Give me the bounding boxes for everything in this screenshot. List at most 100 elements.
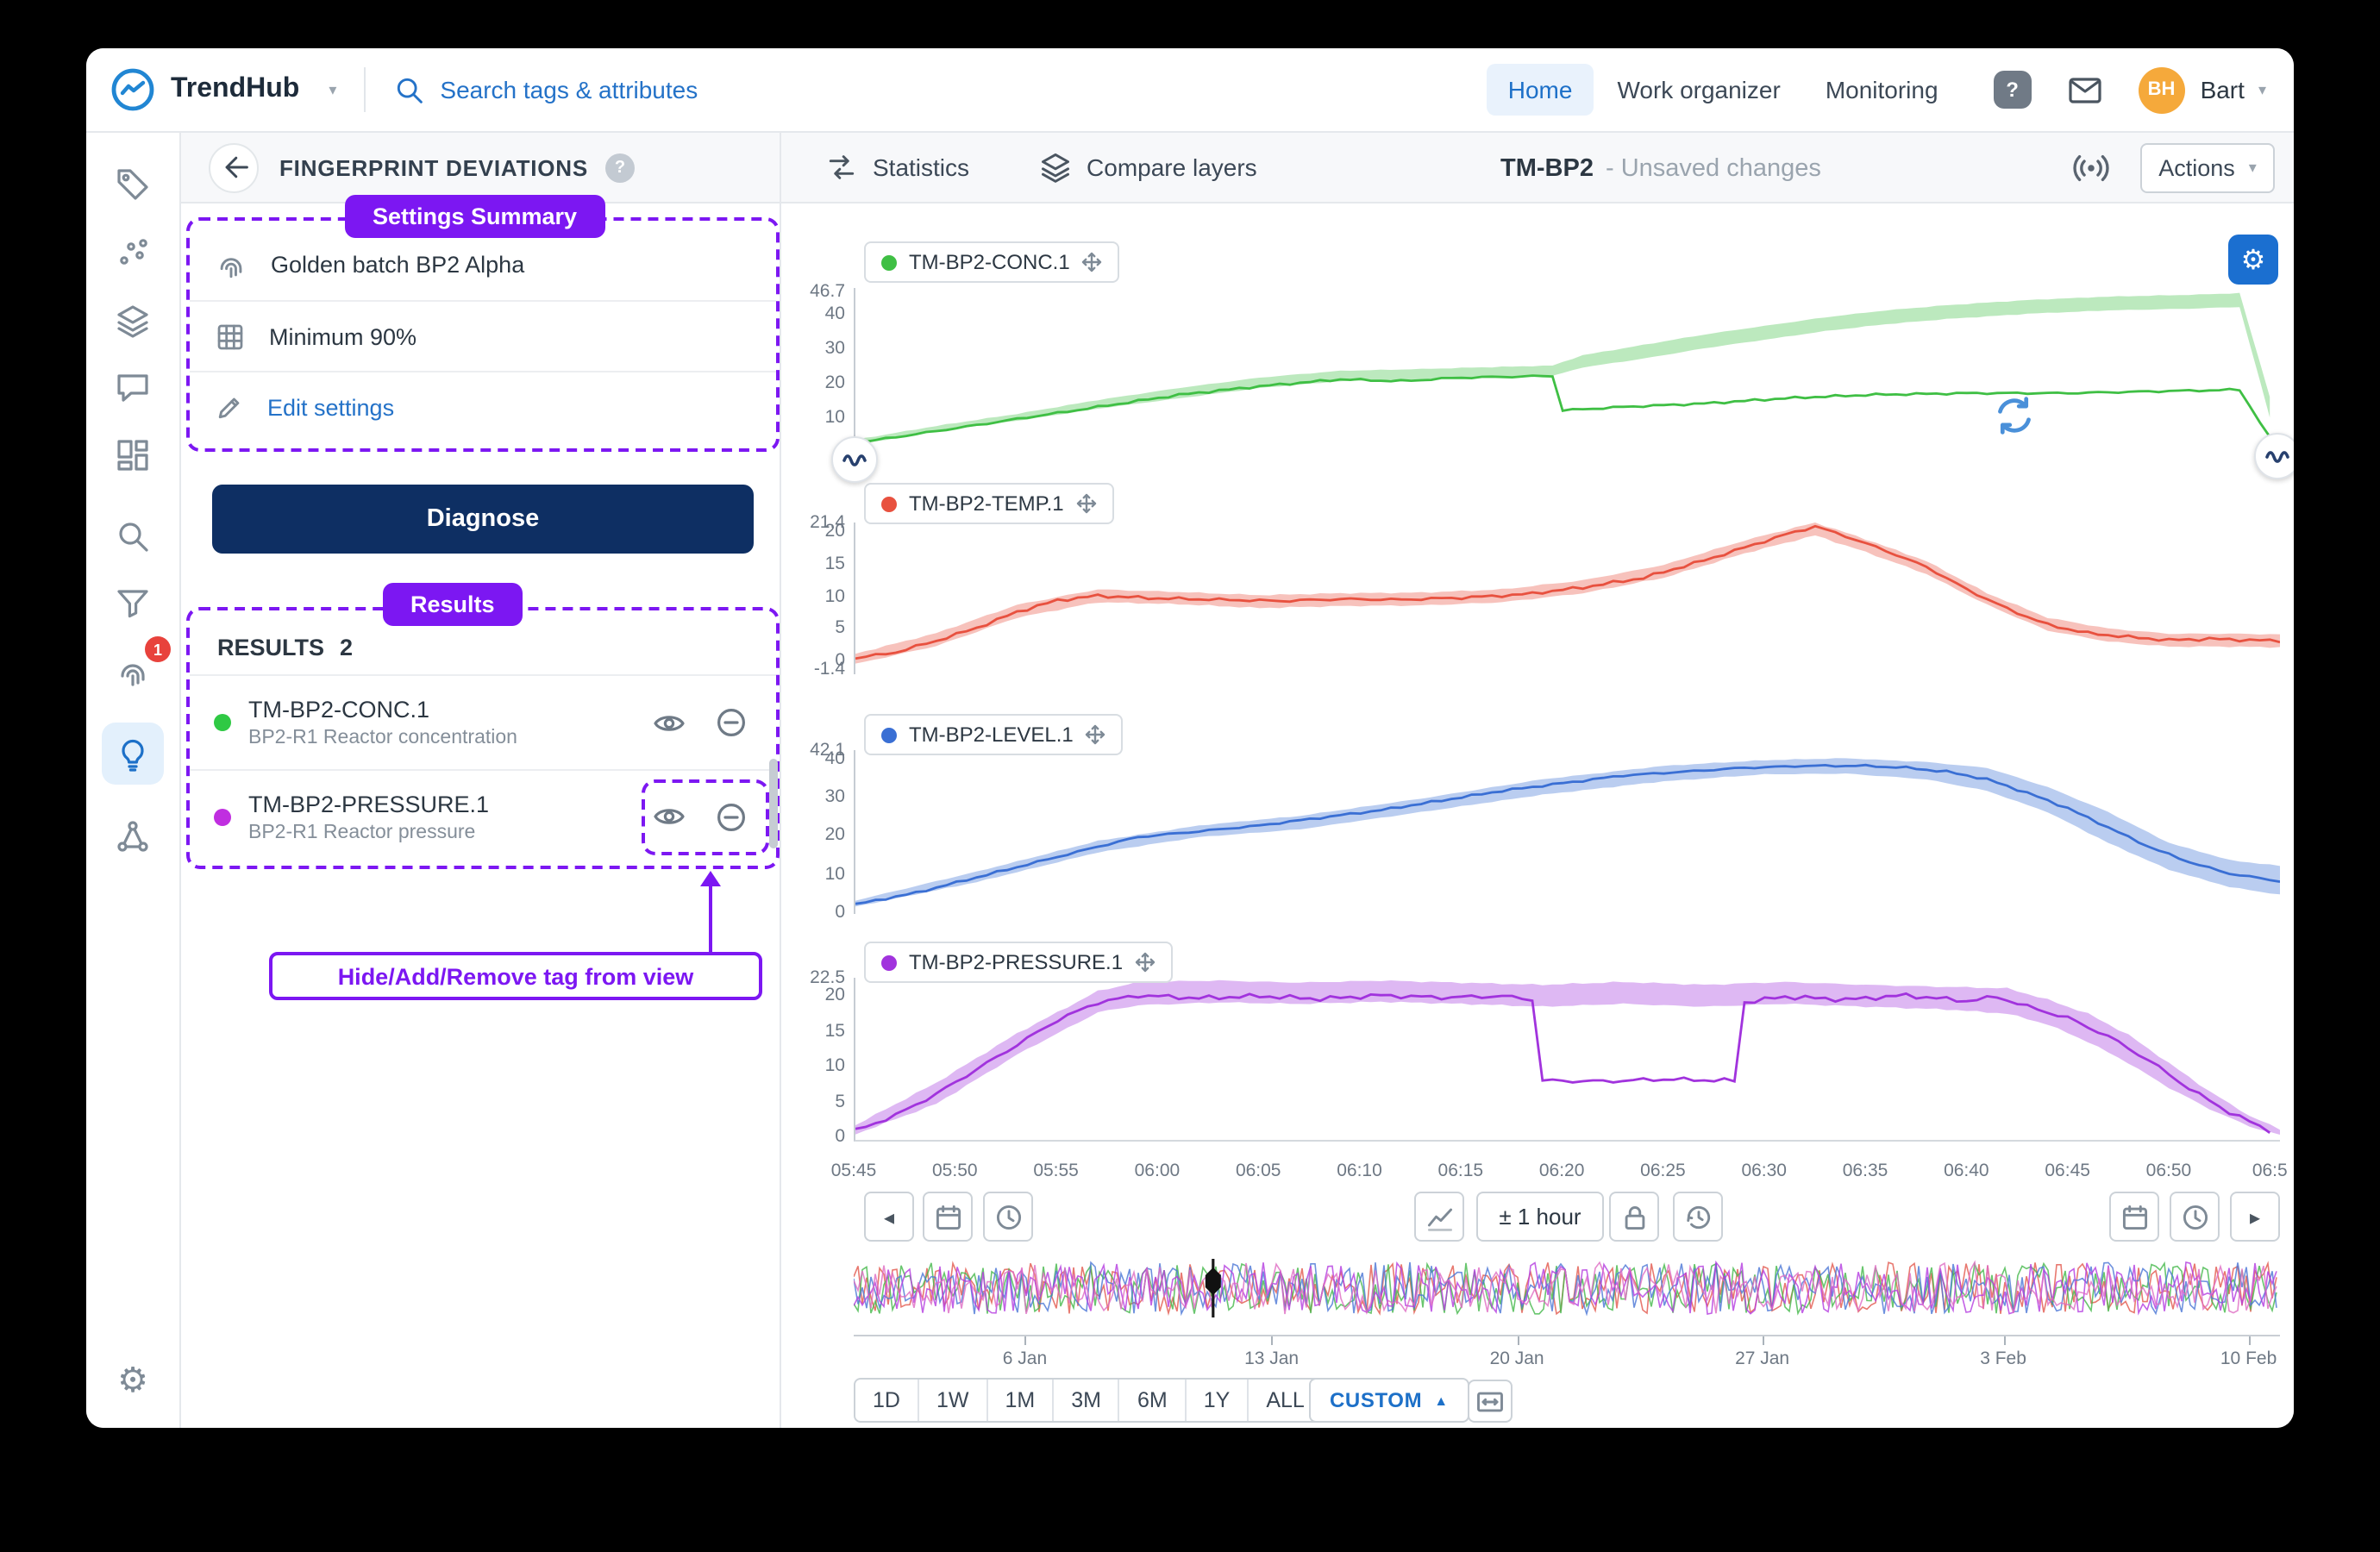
wave-handle-left[interactable] xyxy=(831,436,878,483)
result-row-pressure[interactable]: TM-BP2-PRESSURE.1 BP2-R1 Reactor pressur… xyxy=(190,769,776,862)
user-caret-icon[interactable]: ▾ xyxy=(2258,80,2266,99)
context-minimap[interactable] xyxy=(854,1259,2280,1317)
pencil-icon xyxy=(214,391,245,422)
time-range-button[interactable]: ± 1 hour xyxy=(1476,1192,1604,1242)
compare-layers-button[interactable]: Compare layers xyxy=(1038,150,1257,185)
tag-name: TM-BP2-PRESSURE.1 xyxy=(248,791,628,817)
tag-color-dot xyxy=(214,714,231,731)
live-broadcast-icon[interactable] xyxy=(2071,148,2111,188)
pan-right-button[interactable]: ▸ xyxy=(2230,1192,2280,1242)
chart-tag-chip-pressure[interactable]: TM-BP2-PRESSURE.1 xyxy=(864,942,1173,983)
search-input[interactable]: Search tags & attributes xyxy=(393,74,698,105)
sidebar-comments-icon[interactable] xyxy=(102,357,164,419)
trend-compare-button[interactable] xyxy=(1414,1192,1464,1242)
panel-help-icon[interactable]: ? xyxy=(605,153,635,182)
chart-tag-chip-conc[interactable]: TM-BP2-CONC.1 xyxy=(864,241,1120,283)
zoom-option-1w[interactable]: 1W xyxy=(918,1380,986,1421)
statistics-button[interactable]: Statistics xyxy=(824,150,969,185)
brand-caret-icon[interactable]: ▾ xyxy=(329,80,336,99)
zoom-option-1d[interactable]: 1D xyxy=(855,1380,918,1421)
view-title: TM-BP2 - Unsaved changes xyxy=(1500,133,1821,203)
nav-work-organizer[interactable]: Work organizer xyxy=(1596,64,1801,116)
sidebar-dashboards-icon[interactable] xyxy=(102,424,164,486)
sidebar-ml-icon[interactable] xyxy=(102,805,164,867)
sidebar-search-icon[interactable] xyxy=(102,505,164,567)
sidebar-filter-icon[interactable] xyxy=(102,573,164,635)
move-icon[interactable] xyxy=(1076,493,1097,514)
mail-icon[interactable] xyxy=(2066,72,2104,107)
y-tick-label: 15 xyxy=(825,1020,845,1041)
timeline-tick xyxy=(1024,1336,1026,1345)
move-icon[interactable] xyxy=(1135,952,1156,973)
y-tick-label: 10 xyxy=(825,863,845,884)
chip-label: TM-BP2-TEMP.1 xyxy=(909,491,1064,516)
nav-home[interactable]: Home xyxy=(1488,64,1594,116)
chart-plot-pressure[interactable] xyxy=(854,978,2280,1142)
edit-settings-link-row[interactable]: Edit settings xyxy=(190,371,776,441)
settings-gear-icon[interactable]: ⚙ xyxy=(102,1350,164,1412)
y-tick-label: 5 xyxy=(835,617,845,638)
x-tick-label: 06:35 xyxy=(1831,1161,1900,1181)
zoom-option-3m[interactable]: 3M xyxy=(1052,1380,1118,1421)
toggle-visibility-icon[interactable] xyxy=(648,796,690,837)
lock-range-button[interactable] xyxy=(1609,1192,1659,1242)
end-time-button[interactable] xyxy=(2170,1192,2220,1242)
zoom-option-1y[interactable]: 1Y xyxy=(1185,1380,1248,1421)
chart-area: Statistics Compare layers TM-BP2 - Unsav… xyxy=(781,133,2294,1428)
start-time-button[interactable] xyxy=(983,1192,1033,1242)
toggle-visibility-icon[interactable] xyxy=(648,702,690,743)
sidebar-scatter-icon[interactable] xyxy=(102,222,164,285)
chart-plot-level[interactable] xyxy=(854,750,2280,914)
pan-left-button[interactable]: ◂ xyxy=(864,1192,914,1242)
timeline-tick xyxy=(1763,1336,1764,1345)
sidebar-recommendations-icon[interactable] xyxy=(102,723,164,785)
fingerprint-setting-value: Golden batch BP2 Alpha xyxy=(271,252,524,278)
timeline-label: 6 Jan xyxy=(981,1349,1068,1369)
chart-tag-chip-level[interactable]: TM-BP2-LEVEL.1 xyxy=(864,714,1124,755)
chart-plot-conc[interactable] xyxy=(854,288,2280,455)
x-tick-label: 06:25 xyxy=(1628,1161,1697,1181)
layers-icon xyxy=(1038,150,1073,185)
move-icon[interactable] xyxy=(1082,252,1103,272)
brand[interactable]: TrendHub ▾ xyxy=(110,67,336,112)
end-date-button[interactable] xyxy=(2109,1192,2159,1242)
callout-arrowhead xyxy=(700,871,721,886)
actions-button[interactable]: Actions ▾ xyxy=(2140,143,2275,193)
threshold-setting-value: Minimum 90% xyxy=(269,323,416,349)
search-placeholder: Search tags & attributes xyxy=(440,76,698,103)
y-tick-label: 20 xyxy=(825,521,845,541)
result-row-conc[interactable]: TM-BP2-CONC.1 BP2-R1 Reactor concentrati… xyxy=(190,676,776,769)
move-icon[interactable] xyxy=(1086,724,1106,745)
help-button[interactable]: ? xyxy=(1994,71,2032,109)
x-tick-label: 05:50 xyxy=(920,1161,989,1181)
zoom-option-1m[interactable]: 1M xyxy=(986,1380,1052,1421)
zoom-option-6m[interactable]: 6M xyxy=(1118,1380,1185,1421)
refresh-icon[interactable] xyxy=(1992,393,2037,438)
sidebar-fingerprints-icon[interactable]: 1 xyxy=(102,641,164,704)
panel-scrollbar[interactable] xyxy=(769,759,778,848)
custom-range-button[interactable]: CUSTOM ▲ xyxy=(1309,1378,1469,1423)
remove-tag-icon[interactable] xyxy=(711,796,752,837)
start-date-button[interactable] xyxy=(923,1192,973,1242)
settings-summary-callout: Settings Summary xyxy=(345,195,604,238)
history-button[interactable] xyxy=(1673,1192,1723,1242)
wave-handle-right[interactable] xyxy=(2254,433,2294,479)
diagnose-button[interactable]: Diagnose xyxy=(212,485,754,554)
zoom-preset-group: 1D1W1M3M6M1YALL xyxy=(854,1378,1324,1423)
avatar[interactable]: BH xyxy=(2139,66,2185,113)
chart-plot-temp[interactable] xyxy=(854,523,2280,674)
settings-summary-box: Golden batch BP2 Alpha Minimum 90% Edit … xyxy=(186,217,780,452)
back-button[interactable] xyxy=(209,142,259,192)
nav-monitoring[interactable]: Monitoring xyxy=(1805,64,1959,116)
fit-range-button[interactable] xyxy=(1468,1380,1513,1423)
chart-tag-chip-temp[interactable]: TM-BP2-TEMP.1 xyxy=(864,483,1114,524)
edit-settings-label: Edit settings xyxy=(267,394,394,420)
fingerprint-icon xyxy=(214,247,248,282)
y-tick-label: 10 xyxy=(825,585,845,606)
sidebar-layers-icon[interactable] xyxy=(102,290,164,352)
chart-settings-button[interactable]: ⚙ xyxy=(2228,235,2278,285)
actions-caret-icon: ▾ xyxy=(2249,159,2257,178)
tag-name: TM-BP2-CONC.1 xyxy=(248,697,628,723)
sidebar-tags-icon[interactable] xyxy=(102,153,164,216)
remove-tag-icon[interactable] xyxy=(711,702,752,743)
